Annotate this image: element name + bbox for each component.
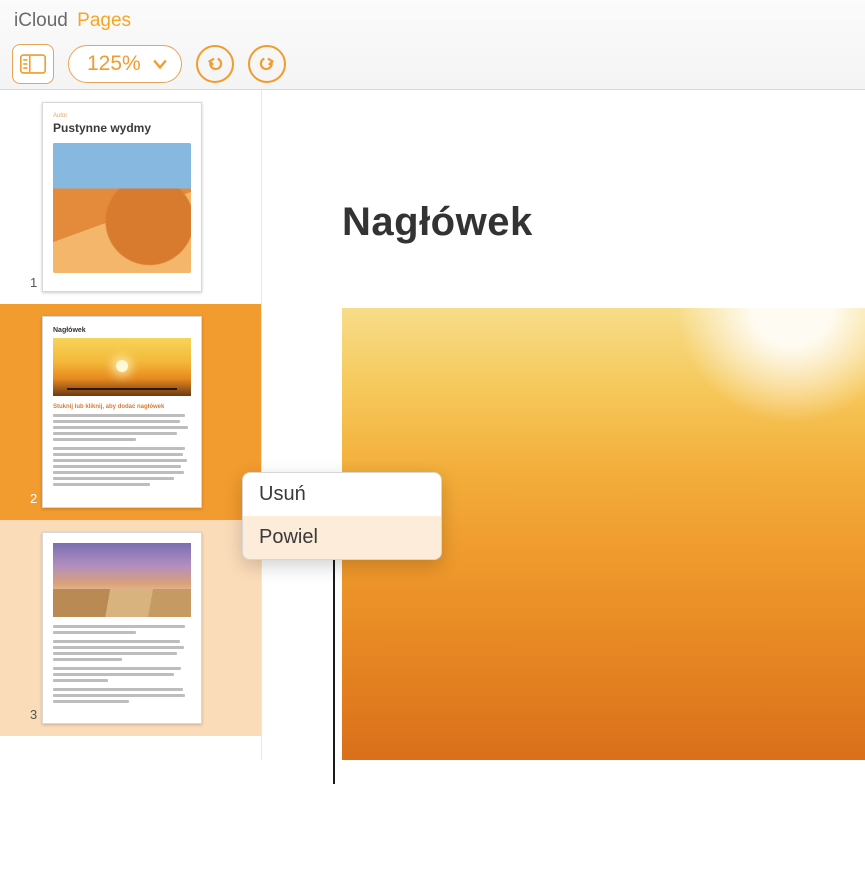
context-menu-delete[interactable]: Usuń <box>243 473 441 516</box>
thumb-body-text <box>53 414 191 486</box>
cover-image <box>53 143 191 273</box>
thumb-body-text <box>53 625 191 703</box>
thumb-image <box>53 338 191 396</box>
thumb-image <box>53 543 191 617</box>
document-canvas[interactable]: Nagłówek <box>262 90 865 760</box>
page-number: 3 <box>30 707 37 722</box>
thumbnail-preview: Nagłówek Stuknij lub kliknij, aby dodać … <box>42 316 202 508</box>
redo-icon <box>258 55 276 73</box>
view-options-button[interactable] <box>12 44 54 84</box>
page-number: 2 <box>30 491 37 506</box>
toolbar-row: 125% <box>12 44 853 84</box>
page-number: 1 <box>30 275 37 290</box>
page-navigator[interactable]: 1 Autor Pustynne wydmy 2 Nagłówek Stukni… <box>0 90 262 760</box>
undo-button[interactable] <box>196 45 234 83</box>
brand-app: Pages <box>77 10 131 31</box>
brand-cloud: iCloud <box>14 10 68 31</box>
chevron-down-icon <box>153 57 167 71</box>
context-menu: Usuń Powiel <box>242 472 442 560</box>
thumb-subheading: Stuknij lub kliknij, aby dodać nagłówek <box>53 404 191 410</box>
thumbnail-preview <box>42 532 202 724</box>
page-heading[interactable]: Nagłówek <box>342 200 865 245</box>
thumb-heading: Nagłówek <box>53 327 191 334</box>
callout-line <box>333 554 335 784</box>
toolbar: iCloud Pages 125% <box>0 0 865 90</box>
sidebar-toggle-icon <box>20 54 46 74</box>
workspace: 1 Autor Pustynne wydmy 2 Nagłówek Stukni… <box>0 90 865 760</box>
doc-title: Pustynne wydmy <box>53 121 191 135</box>
zoom-dropdown[interactable]: 125% <box>68 45 182 83</box>
thumbnail-preview: Autor Pustynne wydmy <box>42 102 202 292</box>
undo-icon <box>206 55 224 73</box>
page-thumbnail-2[interactable]: 2 Nagłówek Stuknij lub kliknij, aby doda… <box>0 304 261 520</box>
brand: iCloud Pages <box>12 6 853 32</box>
context-menu-duplicate[interactable]: Powiel <box>243 516 441 559</box>
redo-button[interactable] <box>248 45 286 83</box>
author-label: Autor <box>53 113 191 119</box>
zoom-level-label: 125% <box>87 52 141 76</box>
page-thumbnail-3[interactable]: 3 <box>0 520 261 736</box>
page-thumbnail-1[interactable]: 1 Autor Pustynne wydmy <box>0 90 261 304</box>
